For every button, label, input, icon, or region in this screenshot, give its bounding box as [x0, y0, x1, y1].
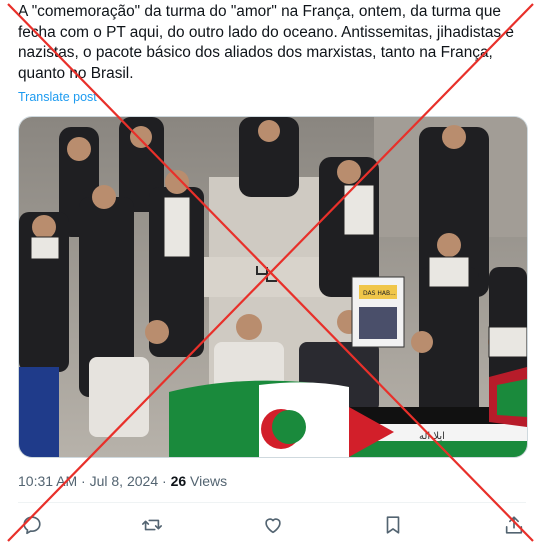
action-bar: [0, 508, 541, 544]
repost-button[interactable]: [141, 514, 165, 538]
protest-photo-image: DAS HAB... ايلا اله: [19, 117, 527, 457]
flag-script-text: ايلا اله: [419, 431, 445, 442]
meta-separator: ·: [81, 473, 86, 489]
tweet-text-line: nazistas, o pacote básico dos aliados do…: [18, 44, 493, 61]
translate-post-link[interactable]: Translate post: [18, 90, 97, 104]
tweet-photo[interactable]: DAS HAB... ايلا اله: [18, 116, 528, 458]
heart-icon: [265, 518, 281, 534]
tweet-text: A "comemoração" da turma do "amor" na Fr…: [18, 2, 533, 84]
tweet-time[interactable]: 10:31 AM: [18, 473, 77, 489]
views-label: Views: [190, 473, 228, 489]
tweet-date[interactable]: Jul 8, 2024: [90, 473, 159, 489]
share-button[interactable]: [503, 514, 527, 538]
tweet-text-line: fecha com o PT aqui, do outro lado do oc…: [18, 23, 514, 41]
reply-button[interactable]: [21, 514, 45, 538]
algerian-flag: [169, 380, 349, 457]
share-icon: [505, 516, 523, 534]
tweet-text-line: quanto no Brasil.: [18, 64, 134, 82]
views-count: 26: [170, 473, 187, 489]
meta-separator: ·: [162, 473, 167, 489]
divider: [18, 502, 526, 503]
bookmark-icon: [386, 516, 400, 534]
like-button[interactable]: [262, 514, 286, 538]
repost-icon: [142, 519, 162, 531]
bookmark-button[interactable]: [382, 514, 406, 538]
protest-sign-text: DAS HAB...: [363, 290, 396, 297]
tweet-text-line: A "comemoração" da turma do "amor" na Fr…: [18, 3, 501, 20]
tweet-meta: 10:31 AM · Jul 8, 2024 · 26 Views: [18, 473, 227, 489]
reply-icon: [23, 516, 41, 535]
